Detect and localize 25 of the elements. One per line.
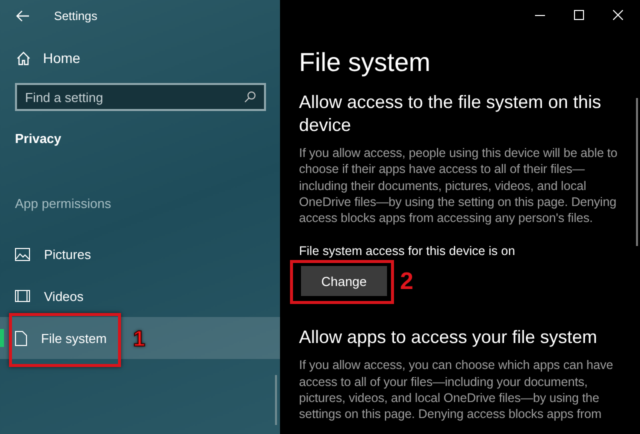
- section-heading: Allow access to the file system on this device: [299, 91, 602, 137]
- search-icon: [244, 91, 256, 103]
- change-button[interactable]: Change: [301, 266, 387, 296]
- group-label: App permissions: [15, 196, 112, 211]
- section-heading: Allow apps to access your file system: [299, 326, 598, 350]
- film-icon: [15, 290, 30, 302]
- status-text: File system access for this device is on: [299, 244, 516, 258]
- search-field[interactable]: Find a setting: [15, 83, 266, 111]
- description-text: If you allow access, you can choose which apps can have access to all of your files—including your documents, pictures, videos, and local OneDrive files—by using the settings on this page. Denying access blocks apps from: [299, 357, 614, 423]
- home-icon: [16, 50, 31, 66]
- maximize-icon[interactable]: [574, 10, 584, 20]
- sidebar-item[interactable]: Videos: [0, 275, 280, 317]
- back-icon[interactable]: [16, 10, 30, 22]
- window-title: Settings: [54, 9, 98, 23]
- sidebar-item[interactable]: Pictures: [0, 233, 280, 275]
- document-icon: [15, 330, 27, 346]
- page-title: File system: [299, 47, 432, 78]
- step-number: 2: [400, 268, 414, 296]
- minimize-icon[interactable]: [535, 14, 545, 16]
- step-number: 1: [133, 326, 146, 352]
- home-link[interactable]: Home: [16, 48, 80, 68]
- section-title: Privacy: [15, 131, 62, 146]
- close-icon[interactable]: [613, 10, 623, 20]
- description-text: If you allow access, people using this device will be able to choose if their apps have access to all of their files—including their documents, pictures, videos, and local OneDrive files—by using the setting on this page. Denying access blocks apps from accessing any person's files.: [299, 145, 618, 226]
- picture-icon: [15, 248, 30, 260]
